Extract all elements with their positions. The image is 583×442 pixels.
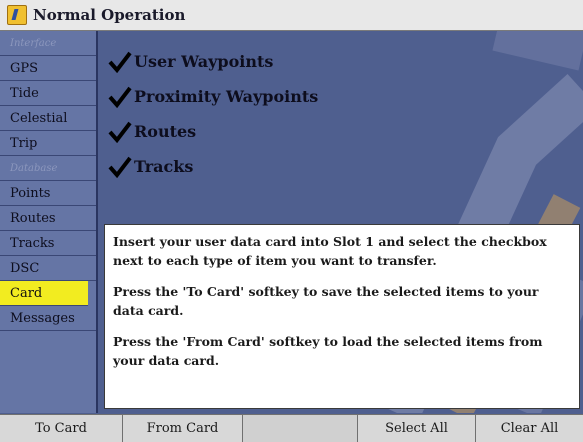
sidebar-header-database: Database (0, 156, 96, 181)
sidebar-header-interface: Interface (0, 31, 96, 56)
from-card-softkey[interactable]: From Card (123, 415, 243, 442)
to-card-softkey[interactable]: To Card (0, 415, 123, 442)
checkmark-icon[interactable] (108, 86, 132, 108)
title-bar: Normal Operation (0, 0, 583, 31)
option-label: Proximity Waypoints (134, 87, 319, 106)
sidebar-item-tracks[interactable]: Tracks (0, 231, 96, 256)
option-label: User Waypoints (134, 52, 274, 71)
sidebar-item-celestial[interactable]: Celestial (0, 106, 96, 131)
sidebar-item-card[interactable]: Card (0, 281, 88, 306)
softkey-bar: To Card From Card Select All Clear All (0, 414, 583, 442)
option-label: Tracks (134, 157, 194, 176)
option-tracks[interactable]: Tracks (108, 149, 318, 184)
select-all-softkey[interactable]: Select All (358, 415, 476, 442)
info-paragraph-to-card: Press the 'To Card' softkey to save the … (113, 284, 539, 318)
info-panel: Insert your user data card into Slot 1 a… (104, 224, 580, 409)
sidebar-item-routes[interactable]: Routes (0, 206, 96, 231)
option-label: Routes (134, 122, 197, 141)
app-logo-icon (7, 5, 27, 25)
checkmark-icon[interactable] (108, 51, 132, 73)
transfer-options: User Waypoints Proximity Waypoints Route… (108, 44, 318, 184)
option-user-waypoints[interactable]: User Waypoints (108, 44, 318, 79)
sidebar: Interface GPS Tide Celestial Trip Databa… (0, 31, 98, 413)
checkmark-icon[interactable] (108, 121, 132, 143)
sidebar-item-gps[interactable]: GPS (0, 56, 96, 81)
info-paragraph-from-card: Press the 'From Card' softkey to load th… (113, 334, 543, 368)
option-routes[interactable]: Routes (108, 114, 318, 149)
window-title: Normal Operation (33, 6, 186, 24)
sidebar-item-trip[interactable]: Trip (0, 131, 96, 156)
option-proximity-waypoints[interactable]: Proximity Waypoints (108, 79, 318, 114)
sidebar-item-messages[interactable]: Messages (0, 306, 96, 331)
clear-all-softkey[interactable]: Clear All (476, 415, 583, 442)
sidebar-item-dsc[interactable]: DSC (0, 256, 96, 281)
empty-softkey[interactable] (243, 415, 358, 442)
sidebar-item-tide[interactable]: Tide (0, 81, 96, 106)
sidebar-item-points[interactable]: Points (0, 181, 96, 206)
checkmark-icon[interactable] (108, 156, 132, 178)
info-paragraph-insert: Insert your user data card into Slot 1 a… (113, 234, 547, 268)
